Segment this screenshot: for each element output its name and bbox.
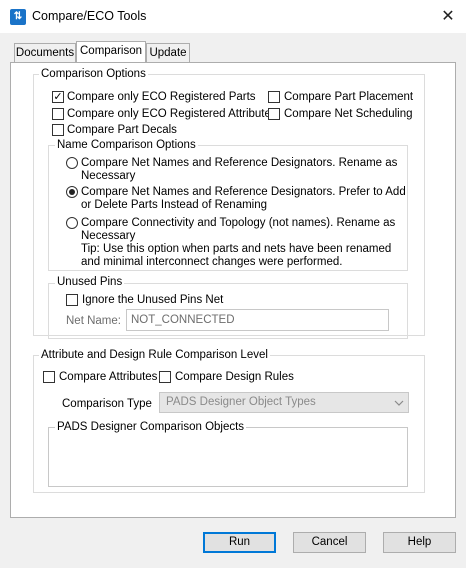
title-bar: ⇅ Compare/ECO Tools ✕ bbox=[0, 0, 466, 33]
compare-eco-attributes-checkbox[interactable] bbox=[52, 108, 64, 120]
run-button[interactable]: Run bbox=[203, 532, 276, 553]
radio-prefer-label-2: or Delete Parts Instead of Renaming bbox=[81, 199, 268, 211]
compare-design-rules-label: Compare Design Rules bbox=[175, 371, 294, 383]
help-button[interactable]: Help bbox=[383, 532, 456, 553]
attribute-rules-legend: Attribute and Design Rule Comparison Lev… bbox=[39, 349, 270, 362]
check-icon: ✓ bbox=[53, 91, 63, 103]
tip-text-2: and minimal interconnect changes were pe… bbox=[81, 256, 343, 268]
compare-eco-parts-label: Compare only ECO Registered Parts bbox=[67, 91, 256, 103]
radio-connectivity-label-1: Compare Connectivity and Topology (not n… bbox=[81, 217, 396, 229]
name-comparison-legend: Name Comparison Options bbox=[55, 139, 198, 152]
radio-connectivity-topology[interactable] bbox=[66, 217, 78, 229]
chevron-down-icon bbox=[394, 400, 404, 406]
radio-connectivity-label-2: Necessary bbox=[81, 230, 136, 242]
compare-net-scheduling-checkbox[interactable] bbox=[268, 108, 280, 120]
compare-part-decals-checkbox[interactable] bbox=[52, 124, 64, 136]
radio-rename-label-1: Compare Net Names and Reference Designat… bbox=[81, 157, 398, 169]
radio-selected-dot bbox=[69, 189, 75, 195]
tip-text-1: Tip: Use this option when parts and nets… bbox=[81, 243, 392, 255]
close-icon[interactable]: ✕ bbox=[436, 6, 460, 28]
ignore-unused-pins-label: Ignore the Unused Pins Net bbox=[82, 294, 224, 306]
compare-part-placement-label: Compare Part Placement bbox=[284, 91, 414, 103]
radio-prefer-add-delete[interactable] bbox=[66, 186, 78, 198]
ignore-unused-pins-checkbox[interactable] bbox=[66, 294, 78, 306]
compare-design-rules-checkbox[interactable] bbox=[159, 371, 171, 383]
comparison-type-label: Comparison Type bbox=[62, 398, 152, 410]
comparison-objects-legend: PADS Designer Comparison Objects bbox=[55, 421, 247, 434]
compare-attributes-checkbox[interactable] bbox=[43, 371, 55, 383]
comparison-type-select[interactable]: PADS Designer Object Types bbox=[159, 392, 409, 413]
tab-update[interactable]: Update bbox=[146, 43, 190, 62]
compare-part-placement-checkbox[interactable] bbox=[268, 91, 280, 103]
radio-prefer-label-1: Compare Net Names and Reference Designat… bbox=[81, 186, 406, 198]
compare-net-scheduling-label: Compare Net Scheduling bbox=[284, 108, 413, 120]
compare-attributes-label: Compare Attributes bbox=[59, 371, 158, 383]
window-title: Compare/ECO Tools bbox=[32, 9, 147, 23]
radio-rename-label-2: Necessary bbox=[81, 170, 136, 182]
compare-eco-parts-checkbox[interactable]: ✓ bbox=[52, 91, 64, 103]
cancel-button[interactable]: Cancel bbox=[293, 532, 366, 553]
app-icon: ⇅ bbox=[10, 9, 26, 25]
tab-documents[interactable]: Documents bbox=[14, 43, 76, 62]
comparison-objects-list[interactable] bbox=[48, 427, 408, 487]
net-name-field[interactable]: NOT_CONNECTED bbox=[126, 309, 389, 331]
net-name-label: Net Name: bbox=[66, 315, 121, 327]
comparison-type-value: PADS Designer Object Types bbox=[166, 396, 316, 408]
unused-pins-legend: Unused Pins bbox=[55, 276, 125, 289]
radio-rename-as-necessary[interactable] bbox=[66, 157, 78, 169]
compare-part-decals-label: Compare Part Decals bbox=[67, 124, 177, 136]
comparison-options-legend: Comparison Options bbox=[39, 68, 148, 81]
tab-comparison[interactable]: Comparison bbox=[76, 41, 146, 62]
compare-eco-attributes-label: Compare only ECO Registered Attributes bbox=[67, 108, 277, 120]
